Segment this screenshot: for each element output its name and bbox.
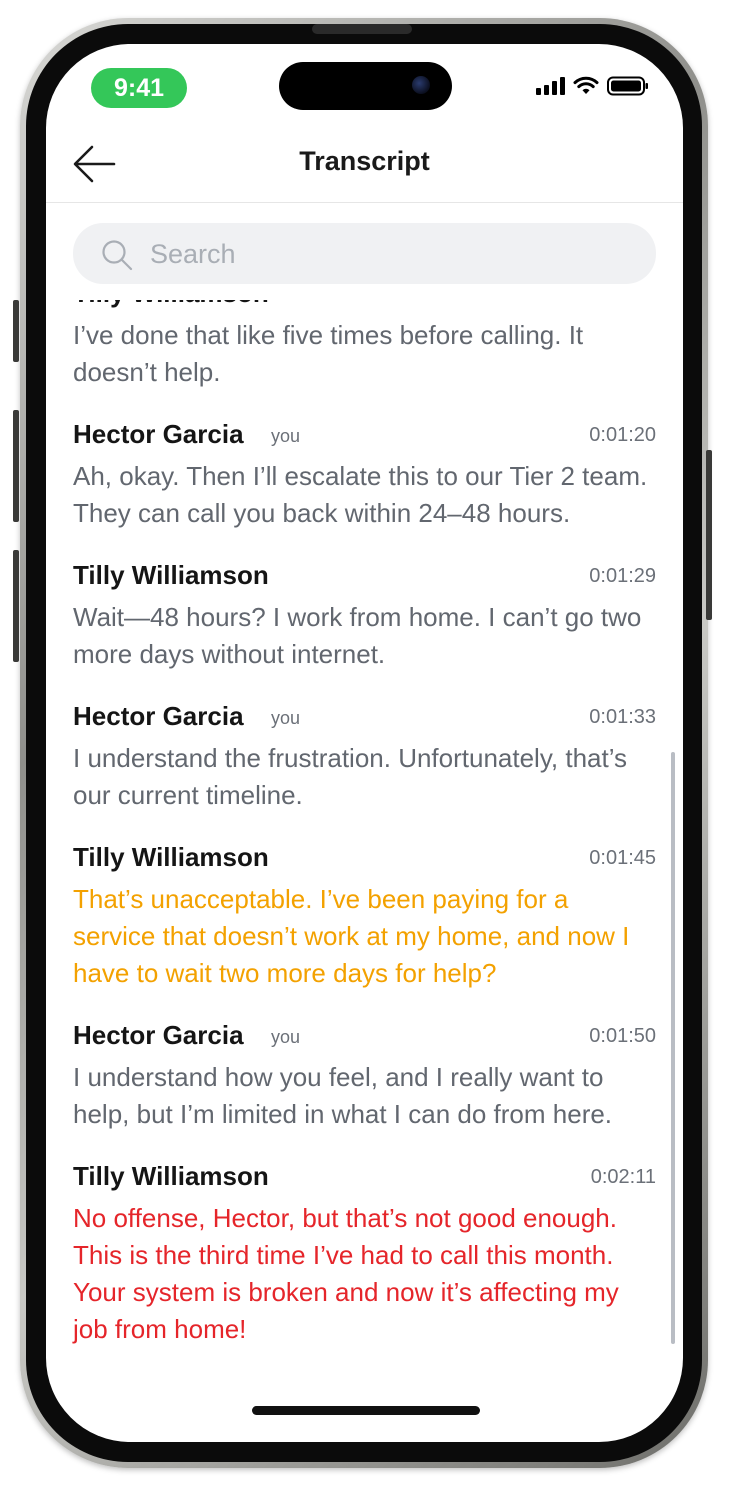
speaker-name: Hector Garcia (73, 701, 244, 731)
timestamp: 0:01:33 (589, 706, 656, 728)
message-text: I’ve done that like five times before ca… (73, 320, 584, 387)
header: Transcript (46, 132, 683, 203)
search-icon (102, 240, 133, 271)
transcript-entry: Tilly Williamson 0:01:29 Wait—48 hours? I … (46, 557, 683, 673)
timestamp: 0:01:45 (589, 847, 656, 869)
action-button (13, 300, 19, 362)
transcript-entry: Hector Garcia you 0:01:50 I understand how … (46, 1017, 683, 1133)
wifi-icon (573, 76, 599, 94)
you-label: you (271, 1027, 301, 1047)
transcript-list[interactable]: Tilly Williamson 0:01:12 I’ve done that li… (46, 300, 683, 1380)
screen: 9:41 Transcript Search I’ve done that li… (46, 44, 683, 1442)
transcript-entry: Tilly Williamson 0:01:45 That’s unacceptab… (46, 839, 683, 992)
entry-header: Tilly Williamson 0:01:12 (73, 300, 656, 315)
message-text: I understand the frustration. Unfortunat… (73, 743, 628, 810)
speaker-name: Tilly Williamson (73, 842, 269, 872)
entry-header: Hector Garcia you 0:01:33 (73, 698, 656, 738)
timestamp: 0:01:12 (589, 300, 656, 306)
dynamic-island (279, 62, 452, 110)
message-text: Ah, okay. Then I’ll escalate this to our… (73, 461, 648, 528)
battery-icon (607, 76, 648, 96)
speaker-name: Hector Garcia (73, 1020, 244, 1050)
transcript-entry: Hector Garcia you 0:01:33 I understand the … (46, 698, 683, 814)
timestamp: 0:01:50 (589, 1025, 656, 1047)
speaker-name: Tilly Williamson (73, 560, 269, 590)
volume-up-button (13, 410, 19, 522)
earpiece (312, 24, 412, 34)
entry-header: Hector Garcia you 0:01:20 (73, 416, 656, 456)
cellular-signal-icon (536, 77, 565, 95)
you-label: you (271, 426, 301, 446)
message-text: Wait—48 hours? I work from home. I can’t… (73, 602, 642, 669)
timestamp: 0:01:29 (589, 565, 656, 587)
you-label: you (271, 708, 301, 728)
entry-header: Hector Garcia you 0:01:50 (73, 1017, 656, 1057)
search-bar[interactable] (73, 223, 656, 286)
message-text: That’s unacceptable. I’ve been paying fo… (73, 884, 630, 988)
transcript-entry: Tilly Williamson 0:02:11 No offense, Hecto… (46, 1158, 683, 1348)
timestamp: 0:01:20 (589, 424, 656, 446)
speaker-name: Tilly Williamson (73, 300, 269, 309)
volume-down-button (13, 550, 19, 662)
entry-header: Tilly Williamson 0:01:45 (73, 839, 656, 879)
speaker-name: Tilly Williamson (73, 1161, 269, 1191)
search-input[interactable] (148, 223, 642, 286)
status-icons (536, 76, 649, 96)
speaker-name: Hector Garcia (73, 419, 244, 449)
home-indicator[interactable] (252, 1406, 480, 1415)
entry-header: Tilly Williamson 0:01:29 (73, 557, 656, 597)
message-text: No offense, Hector, but that’s not good … (73, 1203, 619, 1344)
scrollbar[interactable] (671, 752, 675, 1344)
page-title: Transcript (299, 146, 430, 176)
transcript-entry: Hector Garcia you 0:01:20 Ah, okay. Then I’… (46, 416, 683, 532)
power-button (706, 450, 712, 620)
transcript-entry: Tilly Williamson 0:01:12 I’ve done that li… (46, 300, 683, 391)
camera-icon (412, 76, 430, 94)
message-text: I understand how you feel, and I really … (73, 1062, 613, 1129)
timestamp: 0:02:11 (590, 1166, 656, 1188)
status-time: 9:41 (91, 68, 187, 108)
entry-header: Tilly Williamson 0:02:11 (73, 1158, 656, 1198)
